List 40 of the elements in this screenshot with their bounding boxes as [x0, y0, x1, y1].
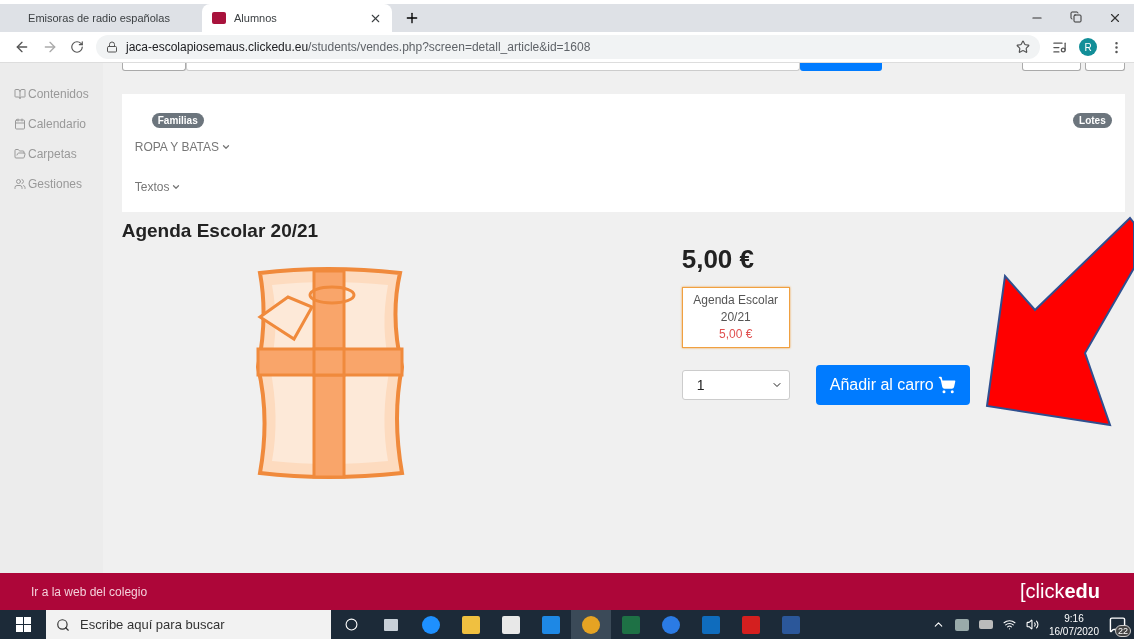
search-icon — [56, 617, 70, 632]
browser-tab[interactable]: Emisoras de radio españolas — [10, 4, 196, 32]
favicon-icon — [212, 12, 226, 24]
browser-tab[interactable]: Alumnos — [202, 4, 392, 32]
windows-icon[interactable] — [15, 617, 31, 632]
field-edge — [121, 63, 186, 71]
reload-icon[interactable] — [70, 40, 84, 54]
star-icon[interactable] — [1016, 40, 1030, 54]
product-title: Agenda Escolar 20/21 — [121, 220, 320, 242]
lock-icon — [106, 41, 118, 53]
people-icon — [14, 178, 26, 190]
calendar-icon — [14, 118, 26, 130]
product-option[interactable]: Agenda Escolar 20/21 5,00 € — [681, 287, 790, 348]
back-icon[interactable] — [14, 39, 30, 55]
caret-icon — [221, 142, 231, 152]
volume-icon[interactable] — [1025, 618, 1039, 631]
clock[interactable]: 9:16 16/07/2020 — [1048, 611, 1099, 638]
taskbar-search-field[interactable]: Escribe aquí para buscar — [46, 610, 331, 639]
book-icon — [14, 88, 26, 100]
address-field[interactable]: jaca-escolapiosemaus.clickedu.eu/students/vendes.php?screen=detall_article&id=1608 — [96, 35, 1040, 59]
notification-count: 22 — [1115, 625, 1131, 637]
lotes-badge: Lotes — [1073, 113, 1112, 128]
dropdown-menu[interactable]: Textos — [134, 180, 1112, 194]
quantity-select[interactable]: 1 — [681, 370, 790, 400]
profile-avatar[interactable]: R — [1079, 38, 1097, 56]
product-price: 5,00 € — [681, 244, 755, 275]
school-web-link[interactable]: Ir a la web del colegio — [31, 584, 148, 599]
cart-icon — [937, 376, 956, 394]
familias-badge: Familias — [151, 113, 204, 128]
clickedu-logo: [clickedu — [1020, 580, 1100, 603]
wifi-icon[interactable] — [1002, 618, 1016, 631]
search-field-edge[interactable] — [185, 63, 800, 71]
media-icon[interactable] — [1052, 39, 1067, 55]
add-to-cart-button[interactable]: Añadir al carro — [815, 365, 970, 405]
circle-icon[interactable] — [344, 618, 358, 631]
new-tab-icon[interactable] — [404, 10, 420, 26]
restore-icon[interactable] — [1070, 11, 1082, 23]
close-icon[interactable] — [1108, 11, 1122, 25]
dropdown-menu[interactable]: ROPA Y BATAS — [134, 140, 1112, 154]
caret-icon — [171, 182, 182, 192]
